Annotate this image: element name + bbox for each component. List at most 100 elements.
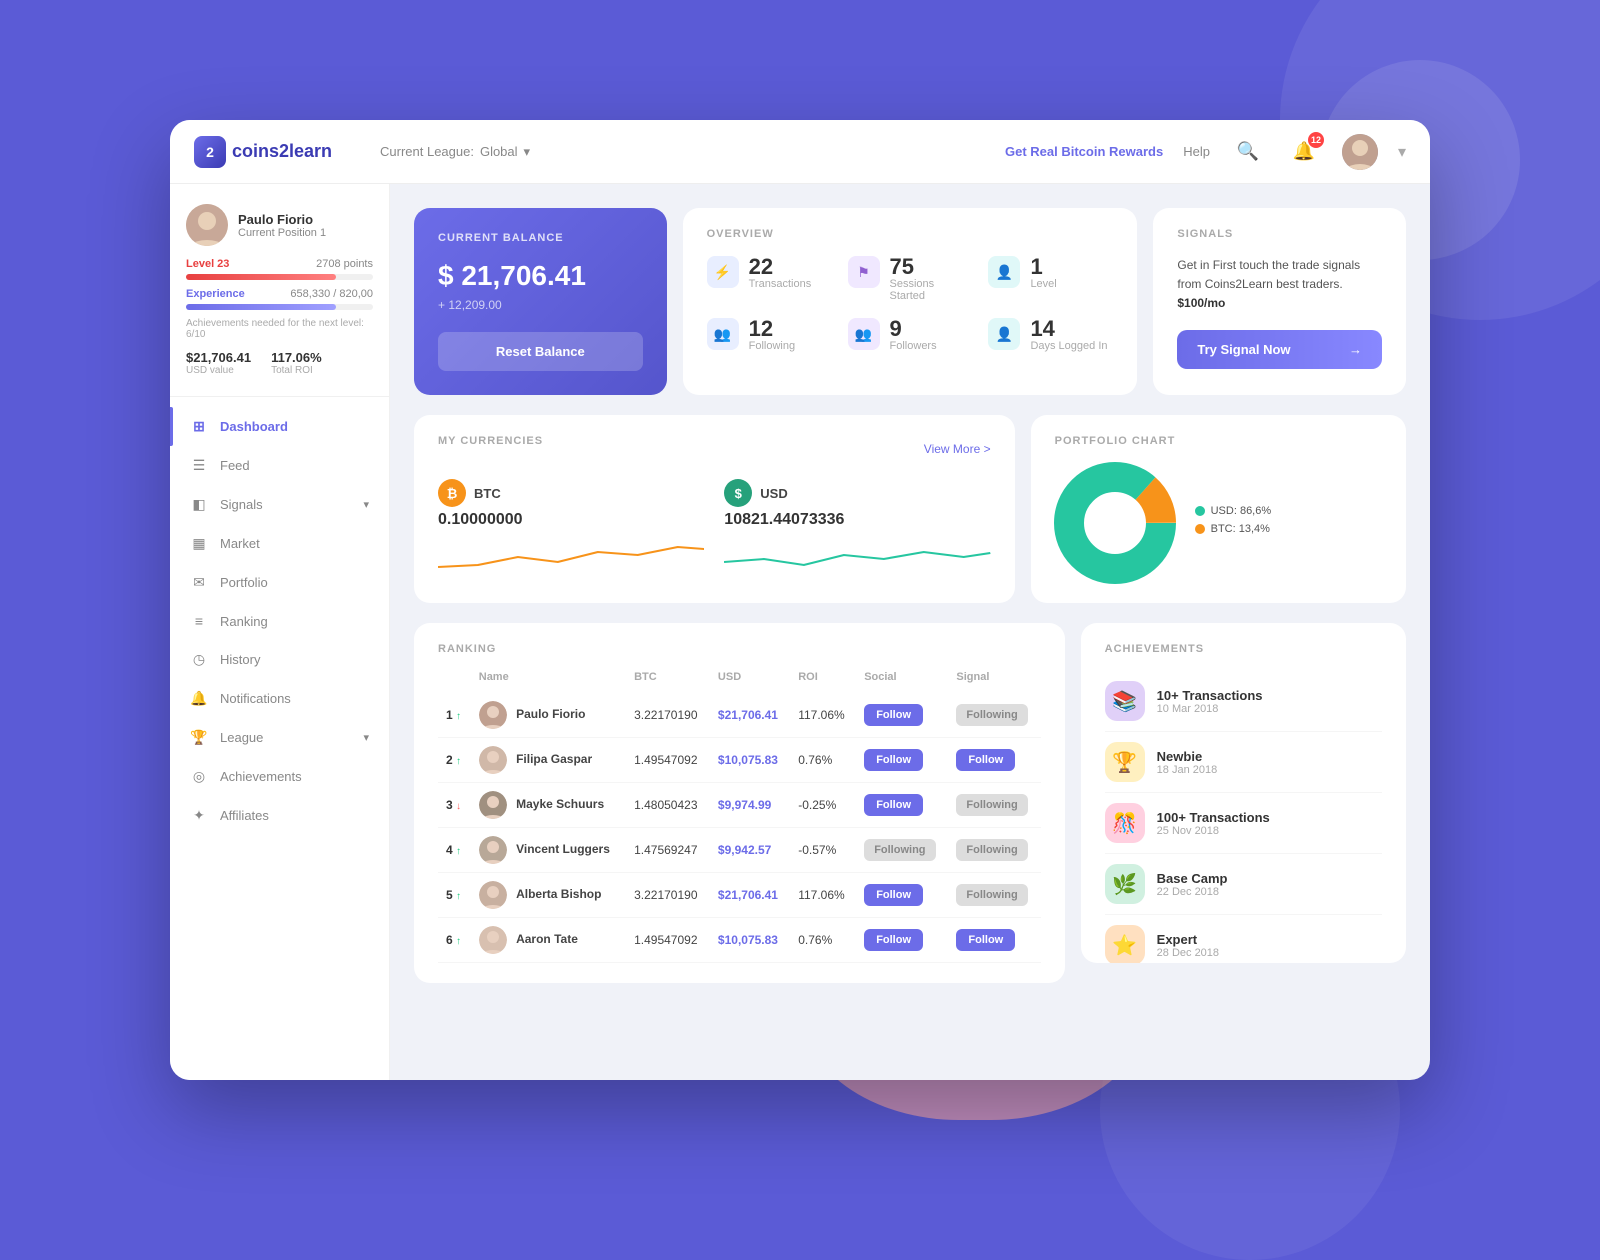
achievement-details: Expert 28 Dec 2018 [1157, 932, 1219, 959]
rank-number: 3 [446, 798, 453, 812]
search-button[interactable]: 🔍 [1230, 134, 1266, 170]
stat-usd: $21,706.41 USD value [186, 350, 251, 376]
league-value: Global [480, 144, 518, 159]
legend-btc: BTC: 13,4% [1195, 523, 1272, 535]
rank-trend-icon: ↓ [456, 801, 461, 812]
btc-cell: 1.48050423 [626, 783, 710, 828]
user-avatar-nav[interactable] [1342, 134, 1378, 170]
nav-right: Get Real Bitcoin Rewards Help 🔍 🔔 12 ▾ [1005, 134, 1406, 170]
sidebar-item-league[interactable]: 🏆 League ▾ [170, 718, 389, 757]
user-name: Paulo Fiorio [238, 212, 326, 227]
logo[interactable]: 2 coins2learn [194, 136, 364, 168]
user-avatar [186, 204, 228, 246]
user-info: Paulo Fiorio Current Position 1 [186, 204, 373, 246]
days-icon: 👤 [988, 318, 1020, 350]
achievement-name: Newbie [1157, 749, 1218, 764]
social-cell: Follow [856, 738, 948, 783]
follow-social-button[interactable]: Follow [864, 704, 923, 726]
sidebar-item-dashboard[interactable]: ⊞ Dashboard [170, 407, 389, 446]
overview-level-data: 1 Level [1030, 256, 1056, 290]
level-label: Level 23 [186, 258, 229, 270]
social-cell: Follow [856, 873, 948, 918]
sidebar-item-signals[interactable]: ◧ Signals ▾ [170, 485, 389, 524]
usd-name: USD [760, 486, 787, 501]
sidebar-item-notifications[interactable]: 🔔 Notifications [170, 679, 389, 718]
col-usd: USD [710, 671, 790, 693]
following-signal-button[interactable]: Following [956, 839, 1027, 861]
signal-cell: Following [948, 783, 1040, 828]
follow-social-button[interactable]: Follow [864, 794, 923, 816]
follow-signal-button[interactable]: Follow [956, 929, 1015, 951]
reset-balance-button[interactable]: Reset Balance [438, 332, 643, 371]
stat-usd-label: USD value [186, 365, 251, 376]
view-more-link[interactable]: View More > [924, 442, 991, 456]
btc-name: BTC [474, 486, 501, 501]
table-row: 1 ↑ Paulo Fiorio 3.22170190 $21,706.41 1… [438, 693, 1041, 738]
usd-cell: $9,974.99 [710, 783, 790, 828]
follow-signal-button[interactable]: Follow [956, 749, 1015, 771]
league-selector[interactable]: Current League: Global ▾ [380, 144, 530, 160]
middle-row: MY CURRENCIES View More > ₿ BTC 0.100000… [414, 415, 1406, 603]
league-chevron-icon: ▾ [363, 731, 369, 744]
balance-change: + 12,209.00 [438, 298, 643, 332]
achievement-name: Base Camp [1157, 871, 1228, 886]
usd-cell: $9,942.57 [710, 828, 790, 873]
notifications-button[interactable]: 🔔 12 [1286, 134, 1322, 170]
btc-cell: 3.22170190 [626, 693, 710, 738]
sidebar-label-notifications: Notifications [220, 691, 291, 706]
notification-badge: 12 [1308, 132, 1324, 148]
table-row: 4 ↑ Vincent Luggers 1.47569247 $9,942.57… [438, 828, 1041, 873]
achievements-note: Achievements needed for the next level: … [186, 318, 373, 340]
achievement-date: 10 Mar 2018 [1157, 703, 1263, 715]
signal-cell: Following [948, 873, 1040, 918]
rank-cell: 2 ↑ [438, 738, 471, 783]
affiliates-icon: ✦ [190, 807, 208, 824]
social-cell: Following [856, 828, 948, 873]
sidebar-item-portfolio[interactable]: ✉ Portfolio [170, 563, 389, 602]
achievement-item: ⭐ Expert 28 Dec 2018 [1105, 915, 1382, 963]
rewards-link[interactable]: Get Real Bitcoin Rewards [1005, 144, 1163, 159]
following-signal-button[interactable]: Following [956, 704, 1027, 726]
level-row: Level 23 2708 points [186, 258, 373, 270]
sidebar-item-feed[interactable]: ☰ Feed [170, 446, 389, 485]
sidebar-item-achievements[interactable]: ◎ Achievements [170, 757, 389, 796]
achievement-icon: 🎊 [1105, 803, 1145, 843]
follow-social-button[interactable]: Follow [864, 929, 923, 951]
level-points: 2708 points [316, 258, 373, 270]
social-cell: Follow [856, 693, 948, 738]
rank-avatar [479, 791, 507, 819]
legend-btc-dot [1195, 524, 1205, 534]
following-social-button[interactable]: Following [864, 839, 935, 861]
usd-icon-row: $ USD [724, 479, 990, 507]
rank-avatar [479, 881, 507, 909]
sidebar-item-affiliates[interactable]: ✦ Affiliates [170, 796, 389, 835]
portfolio-card: PORTFOLIO CHART [1031, 415, 1406, 603]
follow-social-button[interactable]: Follow [864, 749, 923, 771]
sidebar-item-history[interactable]: ◷ History [170, 640, 389, 679]
rank-cell: 6 ↑ [438, 918, 471, 963]
usd-cell: $10,075.83 [710, 738, 790, 783]
rank-cell: 5 ↑ [438, 873, 471, 918]
legend-usd-dot [1195, 506, 1205, 516]
following-signal-button[interactable]: Following [956, 794, 1027, 816]
sidebar-item-market[interactable]: ▦ Market [170, 524, 389, 563]
sessions-label: Sessions Started [890, 278, 973, 302]
try-signal-button[interactable]: Try Signal Now → [1177, 330, 1382, 369]
sidebar-label-ranking: Ranking [220, 614, 268, 629]
sidebar-item-ranking[interactable]: ≡ Ranking [170, 602, 389, 640]
signal-cell: Following [948, 693, 1040, 738]
league-chevron-icon: ▾ [524, 144, 531, 160]
balance-section-label: CURRENT BALANCE [438, 232, 643, 244]
following-signal-button[interactable]: Following [956, 884, 1027, 906]
follow-social-button[interactable]: Follow [864, 884, 923, 906]
help-link[interactable]: Help [1183, 144, 1210, 159]
achievements-icon: ◎ [190, 768, 208, 785]
user-card: Paulo Fiorio Current Position 1 Level 23… [170, 204, 389, 397]
signals-chevron-icon: ▾ [363, 498, 369, 511]
achievement-details: Base Camp 22 Dec 2018 [1157, 871, 1228, 898]
history-icon: ◷ [190, 651, 208, 668]
overview-transactions: ⚡ 22 Transactions [707, 256, 832, 302]
level-icon: 👤 [988, 256, 1020, 288]
level-value: 1 [1030, 256, 1056, 278]
sidebar-label-market: Market [220, 536, 260, 551]
